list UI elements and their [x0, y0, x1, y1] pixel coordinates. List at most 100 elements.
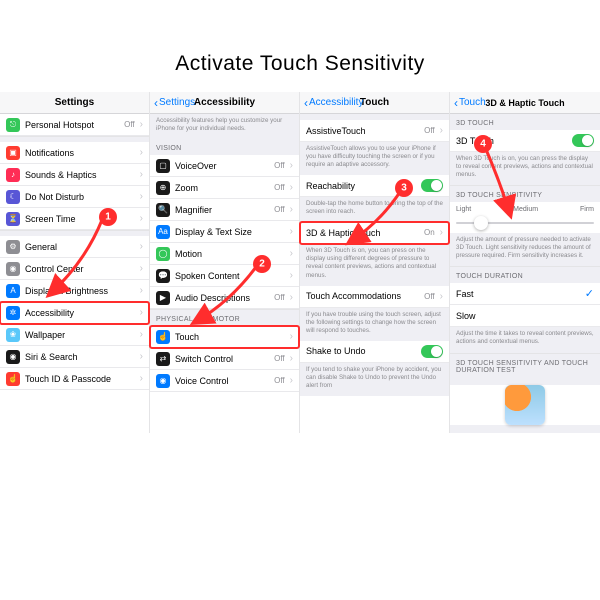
- row-label: Voice Control: [175, 376, 269, 386]
- chevron-right-icon: ›: [290, 375, 293, 386]
- accessibility-row-audio-descriptions[interactable]: ▶Audio DescriptionsOff›: [150, 287, 299, 309]
- row-label: Switch Control: [175, 354, 269, 364]
- chevron-right-icon: ›: [290, 331, 293, 342]
- chevron-right-icon: ›: [140, 307, 143, 318]
- row-icon: ◉: [6, 350, 20, 364]
- row-label: Motion: [175, 249, 285, 259]
- settings-row-general[interactable]: ⚙General›: [0, 236, 149, 258]
- row-icon: ☝: [156, 330, 170, 344]
- slider-labels: LightMediumFirm: [450, 202, 600, 213]
- settings-row-accessibility[interactable]: ✲ Accessibility ›: [0, 302, 149, 324]
- row-icon: ▣: [6, 146, 20, 160]
- note-touch-accommodations: If you have trouble using the touch scre…: [300, 308, 449, 341]
- accessibility-row-display-text-size[interactable]: Aa Display & Text Size ›: [150, 221, 299, 243]
- row-label: Display & Text Size: [175, 227, 285, 237]
- chevron-right-icon: ›: [290, 270, 293, 281]
- chevron-right-icon: ›: [440, 227, 443, 238]
- accessibility-row-motion[interactable]: ◯ Motion ›: [150, 243, 299, 265]
- row-assistivetouch[interactable]: AssistiveTouchOff›: [300, 120, 449, 142]
- row-3d-touch-toggle[interactable]: 3D Touch: [450, 130, 600, 152]
- row-label: Spoken Content: [175, 271, 285, 281]
- row-value: Off: [274, 183, 285, 192]
- row-label: Do Not Disturb: [25, 192, 135, 202]
- toggle-shake-undo[interactable]: [421, 345, 443, 358]
- chevron-right-icon: ›: [290, 248, 293, 259]
- test-image[interactable]: [505, 385, 545, 425]
- chevron-right-icon: ›: [140, 147, 143, 158]
- row-icon: ☝: [6, 372, 20, 386]
- accessibility-row-switch-control[interactable]: ⇄Switch ControlOff›: [150, 348, 299, 370]
- settings-row-do-not-disturb[interactable]: ☾Do Not Disturb›: [0, 186, 149, 208]
- chevron-right-icon: ›: [290, 226, 293, 237]
- accessibility-row-spoken-content[interactable]: 💬 Spoken Content ›: [150, 265, 299, 287]
- back-touch[interactable]: ‹Touch: [454, 97, 486, 109]
- row-label: Sounds & Haptics: [25, 170, 135, 180]
- chevron-right-icon: ›: [140, 285, 143, 296]
- settings-row-siri-search[interactable]: ◉Siri & Search›: [0, 346, 149, 368]
- group-3d-touch: 3D TOUCH: [450, 114, 600, 130]
- note-sensitivity: Adjust the amount of pressure needed to …: [450, 233, 600, 266]
- row-icon: ◯: [156, 247, 170, 261]
- page-title: Activate Touch Sensitivity: [0, 0, 600, 92]
- row-reachability[interactable]: Reachability: [300, 175, 449, 197]
- note-reachability: Double-tap the home button to bring the …: [300, 197, 449, 222]
- group-motor: PHYSICAL AND MOTOR: [150, 309, 299, 326]
- row-label: Wallpaper: [25, 330, 135, 340]
- header-settings: Settings: [0, 92, 149, 114]
- settings-row-control-center[interactable]: ◉Control Center›: [0, 258, 149, 280]
- header-3d-haptic: ‹Touch 3D & Haptic Touch: [450, 92, 600, 114]
- sensitivity-slider[interactable]: [450, 213, 600, 233]
- slider-thumb[interactable]: [474, 216, 488, 230]
- toggle-3d-touch[interactable]: [572, 134, 594, 147]
- row-icon: Aa: [156, 225, 170, 239]
- row-icon: ⊕: [156, 181, 170, 195]
- group-duration: TOUCH DURATION: [450, 266, 600, 283]
- settings-row-wallpaper[interactable]: ❀Wallpaper›: [0, 324, 149, 346]
- row-label: Touch ID & Passcode: [25, 374, 135, 384]
- accessibility-row-magnifier[interactable]: 🔍MagnifierOff›: [150, 199, 299, 221]
- chevron-right-icon: ›: [440, 291, 443, 302]
- toggle-reachability[interactable]: [421, 179, 443, 192]
- chevron-left-icon: ‹: [454, 97, 458, 109]
- settings-row-personal-hotspot[interactable]: ⎋Personal HotspotOff›: [0, 114, 149, 136]
- group-test: 3D TOUCH SENSITIVITY AND TOUCH DURATION …: [450, 353, 600, 377]
- accessibility-row-zoom[interactable]: ⊕ZoomOff›: [150, 177, 299, 199]
- row-label: Accessibility: [25, 308, 135, 318]
- settings-row-display-brightness[interactable]: ADisplay & Brightness›: [0, 280, 149, 302]
- chevron-left-icon: ‹: [304, 97, 308, 109]
- row-value: Off: [274, 161, 285, 170]
- row-icon: 💬: [156, 269, 170, 283]
- settings-row-notifications[interactable]: ▣Notifications›: [0, 142, 149, 164]
- accessibility-row-voiceover[interactable]: ▢VoiceOverOff›: [150, 155, 299, 177]
- check-icon: ✓: [585, 287, 594, 300]
- row-icon: ☾: [6, 190, 20, 204]
- chevron-right-icon: ›: [140, 241, 143, 252]
- accessibility-row-voice-control[interactable]: ◉Voice ControlOff›: [150, 370, 299, 392]
- row-shake-undo[interactable]: Shake to Undo: [300, 341, 449, 363]
- note-shake-undo: If you tend to shake your iPhone by acci…: [300, 363, 449, 396]
- note-3d-haptic: When 3D Touch is on, you can press on th…: [300, 244, 449, 285]
- settings-row-sounds-haptics[interactable]: ♪Sounds & Haptics›: [0, 164, 149, 186]
- header-accessibility: ‹Settings Accessibility: [150, 92, 299, 114]
- chevron-left-icon: ‹: [154, 97, 158, 109]
- settings-row-touch-id-passcode[interactable]: ☝Touch ID & Passcode›: [0, 368, 149, 390]
- row-touch-accommodations[interactable]: Touch AccommodationsOff›: [300, 286, 449, 308]
- chevron-right-icon: ›: [140, 213, 143, 224]
- row-icon: ▢: [156, 159, 170, 173]
- row-icon: ⏳: [6, 212, 20, 226]
- back-settings[interactable]: ‹Settings: [154, 97, 195, 109]
- chevron-right-icon: ›: [440, 125, 443, 136]
- settings-row-screen-time[interactable]: ⏳Screen Time›: [0, 208, 149, 230]
- row-icon: ✲: [6, 306, 20, 320]
- back-accessibility[interactable]: ‹Accessibility: [304, 97, 363, 109]
- row-3d-haptic[interactable]: 3D & Haptic TouchOn›: [300, 222, 449, 244]
- chevron-right-icon: ›: [140, 351, 143, 362]
- header-touch: ‹Accessibility Touch: [300, 92, 449, 114]
- accessibility-row-touch[interactable]: ☝Touch›: [150, 326, 299, 348]
- row-duration-slow[interactable]: Slow: [450, 305, 600, 327]
- row-label: Magnifier: [175, 205, 269, 215]
- chevron-right-icon: ›: [290, 353, 293, 364]
- row-icon: ◉: [156, 374, 170, 388]
- row-label: Control Center: [25, 264, 135, 274]
- row-duration-fast[interactable]: Fast✓: [450, 283, 600, 305]
